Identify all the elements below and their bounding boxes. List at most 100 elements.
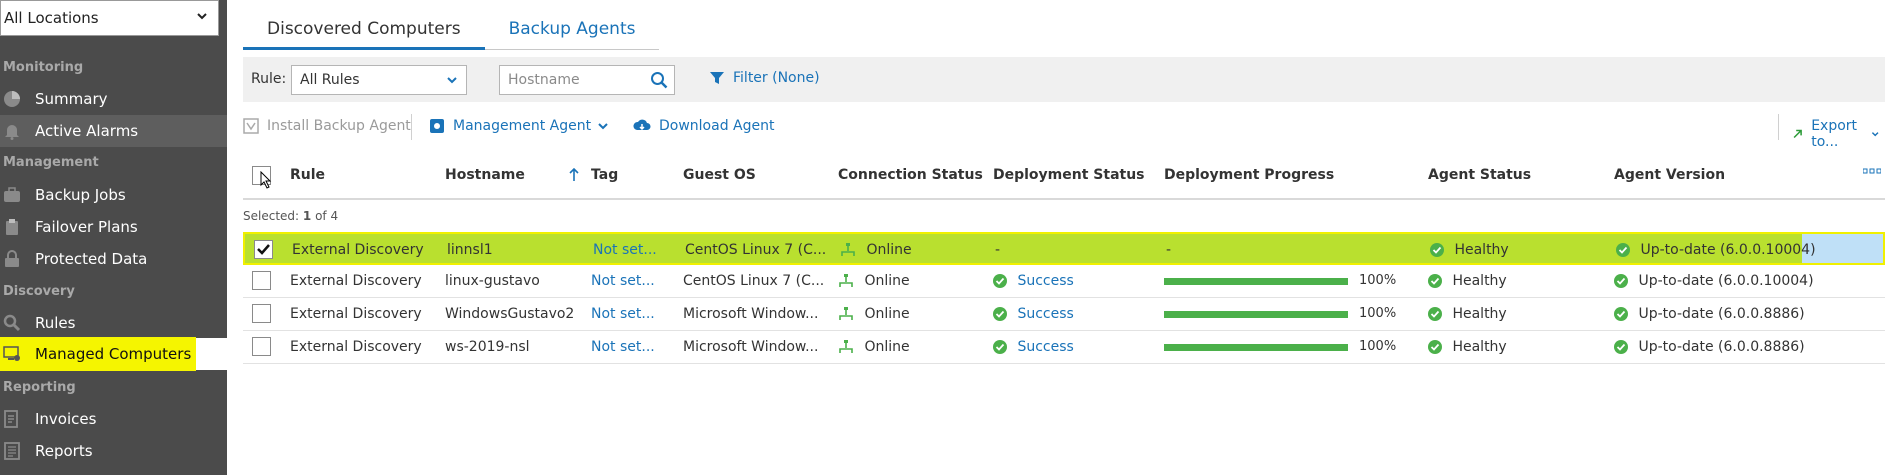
tab-discovered-computers[interactable]: Discovered Computers xyxy=(243,15,485,50)
sidebar-item-protected-data[interactable]: Protected Data xyxy=(0,243,227,275)
cell-tag-link[interactable]: Not set... xyxy=(591,273,655,289)
cell-agent-version: Up-to-date (6.0.0.10004) xyxy=(1614,273,1814,289)
agent-status-label: Healthy xyxy=(1452,339,1507,355)
sidebar-item-label: Rules xyxy=(35,314,76,332)
column-header-guest-os[interactable]: Guest OS xyxy=(683,167,756,183)
sidebar-item-managed-computers[interactable]: Managed Computers xyxy=(0,337,227,371)
row-checkbox[interactable] xyxy=(252,304,271,323)
deployment-progress-bar xyxy=(1164,311,1348,318)
column-header-deployment-progress[interactable]: Deployment Progress xyxy=(1164,167,1334,183)
chevron-down-icon xyxy=(1872,132,1879,137)
search-icon[interactable] xyxy=(650,71,668,89)
location-select[interactable]: All Locations xyxy=(0,0,219,36)
check-circle-icon xyxy=(1428,307,1442,321)
section-management: Management xyxy=(3,155,99,170)
toolbar: Install Backup Agent Management Agent Do… xyxy=(243,110,1885,150)
check-circle-icon xyxy=(1428,340,1442,354)
location-select-value: All Locations xyxy=(4,9,99,27)
cell-deployment-status[interactable]: Success xyxy=(993,306,1074,322)
sidebar-item-label: Active Alarms xyxy=(35,122,139,140)
sidebar-item-summary[interactable]: Summary xyxy=(0,83,227,115)
column-header-tag[interactable]: Tag xyxy=(591,167,618,183)
cell-guest-os: CentOS Linux 7 (C... xyxy=(685,242,825,258)
sidebar-item-label: Failover Plans xyxy=(35,218,138,236)
sidebar-item-label: Reports xyxy=(35,442,93,460)
deployment-status-link[interactable]: Success xyxy=(1017,339,1073,355)
row-checkbox[interactable] xyxy=(252,337,271,356)
deployment-status-link[interactable]: Success xyxy=(1017,306,1073,322)
download-agent-label: Download Agent xyxy=(659,118,775,134)
invoice-icon xyxy=(4,410,18,428)
column-header-agent-status[interactable]: Agent Status xyxy=(1428,167,1531,183)
checkmark-icon xyxy=(257,244,270,255)
check-circle-icon xyxy=(1614,340,1628,354)
agent-version-label: Up-to-date (6.0.0.8886) xyxy=(1638,306,1805,322)
download-agent-button[interactable]: Download Agent xyxy=(633,118,774,134)
column-header-rule[interactable]: Rule xyxy=(290,167,325,183)
managed-computers-highlight: Managed Computers xyxy=(0,337,196,371)
clipboard-icon xyxy=(6,219,18,235)
section-reporting: Reporting xyxy=(3,380,76,395)
section-monitoring: Monitoring xyxy=(3,60,84,75)
row-checkbox[interactable] xyxy=(252,271,271,290)
hostname-search-input[interactable]: Hostname xyxy=(499,65,675,95)
deployment-status-link[interactable]: Success xyxy=(1017,273,1073,289)
row-checkbox[interactable] xyxy=(254,240,273,259)
cell-tag-link[interactable]: Not set... xyxy=(591,339,655,355)
cell-connection-status: Online xyxy=(838,306,910,322)
column-header-connection-status[interactable]: Connection Status xyxy=(838,167,983,183)
connection-label: Online xyxy=(864,306,910,322)
sidebar-item-invoices[interactable]: Invoices xyxy=(0,403,227,435)
table-row[interactable]: External Discovery ws-2019-nsl Not set... M… xyxy=(243,331,1885,364)
cell-deployment-status[interactable]: Success xyxy=(993,339,1074,355)
check-circle-icon xyxy=(1616,243,1630,257)
main-content: Discovered Computers Backup Agents Rule:… xyxy=(227,0,1885,475)
column-header-hostname[interactable]: Hostname xyxy=(445,167,525,183)
cell-connection-status: Online xyxy=(840,242,912,258)
rule-select[interactable]: All Rules xyxy=(291,65,467,95)
install-backup-agent-button[interactable]: Install Backup Agent xyxy=(243,118,411,134)
filter-button[interactable]: Filter (None) xyxy=(709,70,820,86)
management-agent-menu[interactable]: Management Agent xyxy=(429,118,617,134)
table-row[interactable]: External Discovery linnsl1 Not set... CentO… xyxy=(243,232,1885,265)
agent-version-label: Up-to-date (6.0.0.10004) xyxy=(1638,273,1814,289)
sidebar-item-reports[interactable]: Reports xyxy=(0,435,227,467)
install-backup-agent-label: Install Backup Agent xyxy=(267,118,411,134)
sidebar-item-backup-jobs[interactable]: Backup Jobs xyxy=(0,179,227,211)
column-header-agent-version[interactable]: Agent Version xyxy=(1614,167,1725,183)
column-chooser-icon[interactable] xyxy=(1863,167,1881,175)
agent-version-label: Up-to-date (6.0.0.8886) xyxy=(1638,339,1805,355)
filter-bar: Rule: All Rules Hostname Filter (None) xyxy=(243,57,1885,102)
mouse-cursor-icon xyxy=(260,171,272,189)
export-to-menu[interactable]: Export to... xyxy=(1792,118,1885,150)
selection-info: Selected: 1 of 4 xyxy=(243,209,338,223)
deployment-progress-empty: - xyxy=(1166,242,1172,258)
cell-tag-link[interactable]: Not set... xyxy=(591,306,655,322)
cell-hostname: ws-2019-nsl xyxy=(445,339,530,355)
download-cloud-icon xyxy=(633,119,651,131)
connection-label: Online xyxy=(866,242,912,258)
sidebar-item-failover-plans[interactable]: Failover Plans xyxy=(0,211,227,243)
lock-icon xyxy=(5,250,19,267)
table-row[interactable]: External Discovery WindowsGustavo2 Not set… xyxy=(243,298,1885,331)
sidebar-item-rules[interactable]: Rules xyxy=(0,307,227,339)
cell-deployment-status[interactable]: Success xyxy=(993,273,1074,289)
tab-bar: Discovered Computers Backup Agents xyxy=(243,15,660,50)
table-row[interactable]: External Discovery linux-gustavo Not set..… xyxy=(243,265,1885,298)
cell-connection-status: Online xyxy=(838,273,910,289)
sidebar-item-label: Protected Data xyxy=(35,250,148,268)
bell-icon xyxy=(5,125,19,140)
cell-agent-status: Healthy xyxy=(1428,339,1507,355)
sort-ascending-icon[interactable] xyxy=(569,168,579,182)
network-icon xyxy=(839,340,853,353)
check-circle-icon xyxy=(993,307,1007,321)
deployment-progress-bar xyxy=(1164,278,1348,285)
tab-backup-agents[interactable]: Backup Agents xyxy=(484,15,660,50)
cell-guest-os: Microsoft Window... xyxy=(683,339,819,355)
column-header-deployment-status[interactable]: Deployment Status xyxy=(993,167,1145,183)
deployment-progress-bar xyxy=(1164,344,1348,351)
cell-deployment-status: - xyxy=(995,242,1001,258)
sidebar-item-active-alarms[interactable]: Active Alarms xyxy=(0,115,227,147)
agent-version-label: Up-to-date (6.0.0.10004) xyxy=(1640,242,1816,258)
cell-tag-link[interactable]: Not set... xyxy=(593,242,657,258)
